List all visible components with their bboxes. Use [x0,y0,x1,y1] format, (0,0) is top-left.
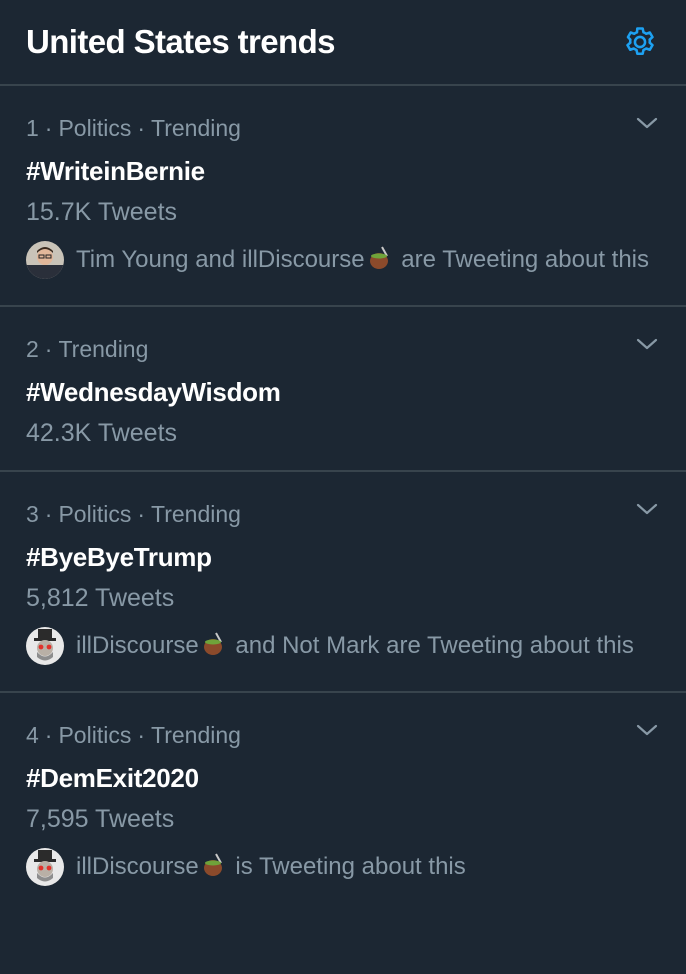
trend-hashtag[interactable]: #WednesdayWisdom [26,377,658,407]
trends-header: United States trends [0,0,686,86]
trend-category: Politics [58,722,132,748]
gear-icon [626,27,654,55]
trend-status: Trending [151,501,241,527]
context-names: illDiscourse [76,632,199,659]
trend-tweet-count: 7,595 Tweets [26,805,175,833]
separator: · [44,336,53,362]
trends-panel: United States trends 1 · Politics · Trending… [0,0,686,974]
trend-meta: 3 · Politics · Trending [26,500,658,528]
trend-hashtag[interactable]: #WriteinBernie [26,156,658,186]
avatar [26,627,64,665]
context-suffix: and Not Mark are Tweeting about this [235,632,634,659]
separator: · [137,722,145,748]
context-suffix: is Tweeting about this [235,853,466,880]
chevron-down-icon [636,117,658,129]
trend-rank: 4 [26,722,39,748]
separator: · [44,722,53,748]
mate-drink-emoji-icon [203,632,222,655]
page-title: United States trends [26,23,336,60]
mate-drink-emoji-icon [369,246,388,269]
trend-category: Politics [58,115,132,141]
separator: · [44,501,53,527]
separator: · [137,501,145,527]
settings-button[interactable] [620,22,660,62]
context-names: illDiscourse [76,853,199,880]
context-names: Tim Young and illDiscourse [76,246,365,273]
trend-options-button[interactable] [634,331,660,357]
trend-status: Trending [58,336,149,362]
trend-context: illDiscourse and Not Mark are Tweeting a… [26,627,658,665]
chevron-down-icon [636,724,658,736]
trend-rank: 1 [26,115,39,141]
chevron-down-icon [636,503,658,515]
trend-tweet-count: 15.7K Tweets [26,198,178,226]
trend-tweet-count: 5,812 Tweets [26,584,175,612]
separator: · [44,115,53,141]
trend-item[interactable]: 2 · Trending #WednesdayWisdom 42.3K Tweets [0,307,686,472]
context-suffix: are Tweeting about this [401,246,650,273]
trend-tweet-count: 42.3K Tweets [26,419,178,447]
trend-hashtag[interactable]: #ByeByeTrump [26,542,658,572]
separator: · [137,115,145,141]
trend-meta: 2 · Trending [26,335,658,363]
mate-drink-emoji-icon [203,853,222,876]
trend-meta: 4 · Politics · Trending [26,721,658,749]
trend-item[interactable]: 4 · Politics · Trending #DemExit2020 7,595 T… [0,693,686,908]
trend-rank: 2 [26,336,39,362]
trend-category: Politics [58,501,132,527]
avatar [26,848,64,886]
trend-options-button[interactable] [634,717,660,743]
trend-status: Trending [151,722,241,748]
trend-options-button[interactable] [634,110,660,136]
trend-item[interactable]: 1 · Politics · Trending #WriteinBernie 15.7K… [0,86,686,307]
chevron-down-icon [636,338,658,350]
trend-rank: 3 [26,501,39,527]
trend-hashtag[interactable]: #DemExit2020 [26,763,658,793]
trend-item[interactable]: 3 · Politics · Trending #ByeByeTrump 5,812 T… [0,472,686,693]
trend-status: Trending [151,115,241,141]
trend-context: illDiscourse is Tweeting about this [26,848,658,886]
trend-meta: 1 · Politics · Trending [26,114,658,142]
trend-context: Tim Young and illDiscourse are Tweeting … [26,241,658,279]
avatar [26,241,64,279]
trend-options-button[interactable] [634,496,660,522]
